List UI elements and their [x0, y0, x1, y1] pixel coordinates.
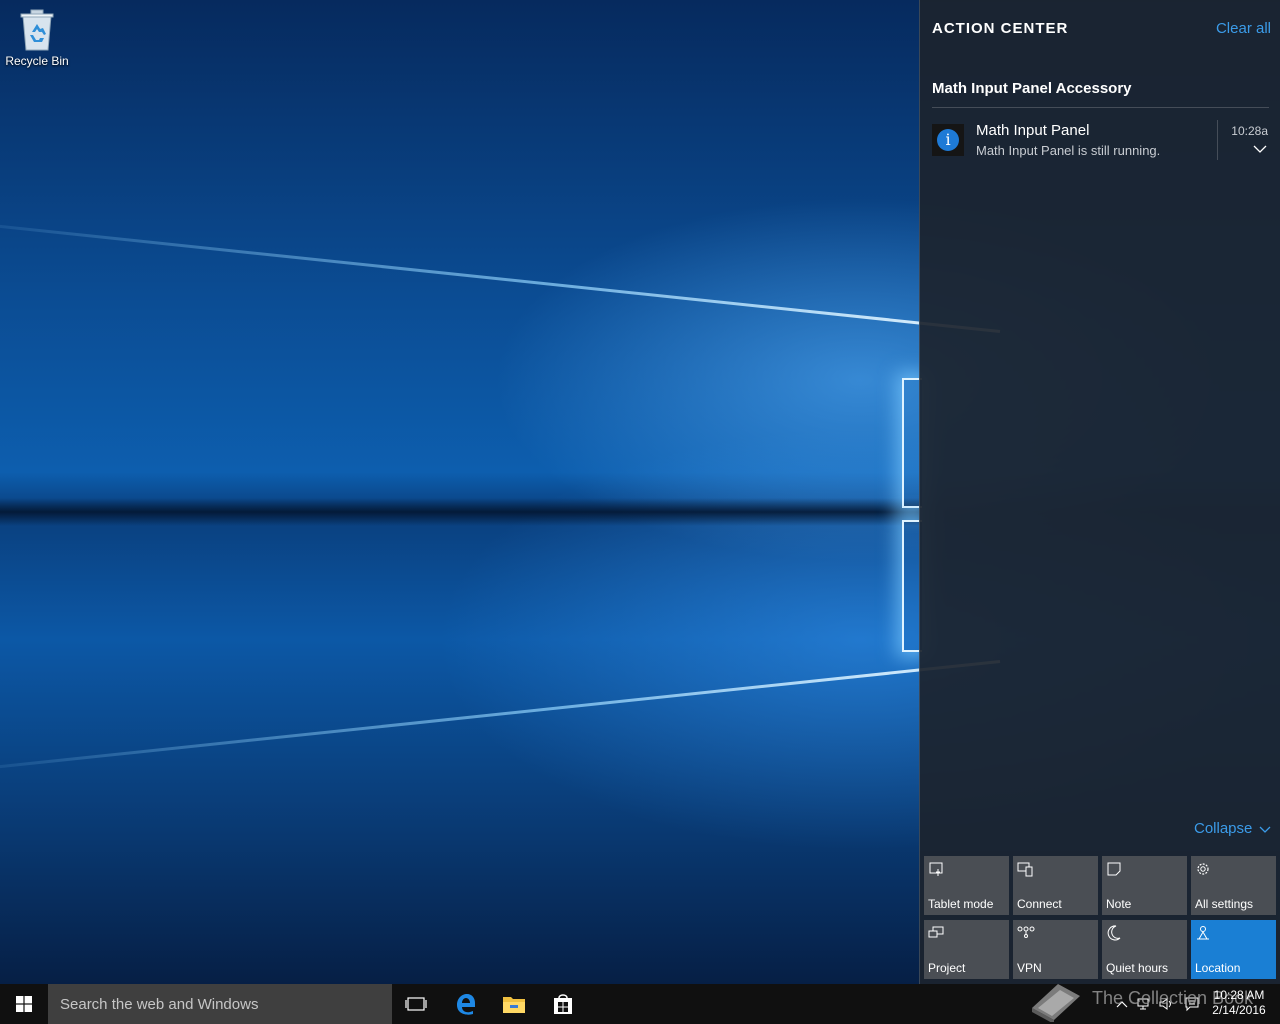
- task-view-button[interactable]: [392, 984, 440, 1024]
- notification-item[interactable]: i Math Input Panel Math Input Panel is s…: [932, 118, 1269, 162]
- quick-action-label: All settings: [1195, 897, 1254, 911]
- action-center-header: ACTION CENTER Clear all: [932, 18, 1271, 42]
- recycle-bin-label: Recycle Bin: [5, 54, 69, 68]
- quick-action-label: Note: [1106, 897, 1132, 911]
- location-icon: [1197, 926, 1209, 940]
- note-icon: [1107, 862, 1121, 876]
- taskbar-clock[interactable]: 10:28 AM 2/14/2016: [1206, 988, 1272, 1018]
- quick-action-all-settings[interactable]: All settings: [1191, 856, 1276, 915]
- windows-logo-icon: [16, 996, 32, 1012]
- chevron-down-icon: [1259, 826, 1271, 833]
- quick-actions-grid: Tablet mode Connect Note All settings Pr…: [924, 856, 1278, 982]
- chevron-down-icon[interactable]: [1253, 142, 1267, 156]
- quick-action-label: Location: [1195, 961, 1241, 975]
- search-placeholder: Search the web and Windows: [60, 996, 259, 1013]
- wallpaper-dark-band: [0, 498, 920, 526]
- quick-action-note[interactable]: Note: [1102, 856, 1187, 915]
- quick-action-quiet-hours[interactable]: Quiet hours: [1102, 920, 1187, 979]
- store-button[interactable]: [539, 984, 587, 1024]
- quick-action-label: Connect: [1017, 897, 1062, 911]
- quick-action-label: Quiet hours: [1106, 961, 1169, 975]
- edge-icon: [457, 994, 475, 1015]
- task-view-icon: [405, 997, 427, 1011]
- quick-action-tablet-mode[interactable]: Tablet mode: [924, 856, 1009, 915]
- quick-action-connect[interactable]: Connect: [1013, 856, 1098, 915]
- notification-app-icon: i: [932, 124, 964, 156]
- file-explorer-button[interactable]: [490, 984, 538, 1024]
- moon-icon: [1107, 925, 1121, 941]
- project-icon: [928, 926, 944, 938]
- quick-action-location[interactable]: Location: [1191, 920, 1276, 979]
- notification-time: 10:28a: [1231, 124, 1268, 138]
- collapse-label: Collapse: [1194, 820, 1253, 837]
- vpn-icon: [1017, 926, 1035, 938]
- notification-title: Math Input Panel: [976, 122, 1090, 139]
- info-icon: i: [937, 129, 959, 151]
- quick-action-label: Tablet mode: [928, 897, 994, 911]
- store-icon: [554, 994, 572, 1014]
- gear-icon: [1197, 863, 1209, 875]
- notification-group-divider: [932, 107, 1269, 108]
- action-center-panel: ACTION CENTER Clear all Math Input Panel…: [919, 0, 1280, 984]
- action-center-title: ACTION CENTER: [932, 20, 1069, 37]
- collapse-link[interactable]: Collapse: [1194, 820, 1271, 837]
- connect-icon: [1017, 862, 1033, 877]
- clear-all-link[interactable]: Clear all: [1216, 20, 1271, 37]
- quick-action-vpn[interactable]: VPN: [1013, 920, 1098, 979]
- file-explorer-icon: [503, 997, 525, 1013]
- notification-body: Math Input Panel is still running.: [976, 143, 1161, 158]
- light-beam-lower: [0, 660, 1001, 778]
- quick-action-project[interactable]: Project: [924, 920, 1009, 979]
- quick-action-label: Project: [928, 961, 966, 975]
- clock-time: 10:28 AM: [1213, 988, 1265, 1002]
- start-button[interactable]: [0, 984, 48, 1024]
- recycle-bin-shortcut[interactable]: Recycle Bin: [4, 8, 70, 78]
- recycle-bin-icon: [18, 8, 56, 52]
- light-beam-upper: [0, 215, 1001, 333]
- quick-action-label: VPN: [1017, 961, 1042, 975]
- clock-date: 2/14/2016: [1212, 1003, 1266, 1017]
- edge-button[interactable]: [442, 984, 490, 1024]
- notification-divider: [1217, 120, 1218, 160]
- notification-group-title[interactable]: Math Input Panel Accessory: [932, 80, 1132, 97]
- search-input[interactable]: Search the web and Windows: [48, 984, 392, 1024]
- tablet-mode-icon: [929, 862, 943, 876]
- book-icon: [1032, 984, 1080, 1022]
